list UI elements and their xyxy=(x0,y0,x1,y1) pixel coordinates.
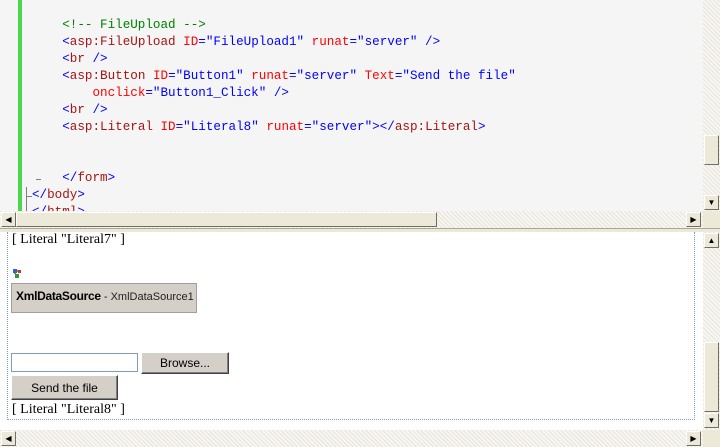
code-token: /> xyxy=(84,103,108,117)
code-line[interactable]: <asp:Literal ID="Literal8" runat="server… xyxy=(32,119,486,136)
code-line[interactable]: <asp:FileUpload ID="FileUpload1" runat="… xyxy=(32,34,440,51)
scroll-right-arrow-icon[interactable]: ▶ xyxy=(686,431,701,446)
code-token: ="server" xyxy=(349,35,418,49)
code-token: ="FileUpload1" xyxy=(198,35,305,49)
code-token: asp:Literal xyxy=(69,120,153,134)
code-token: form xyxy=(77,171,108,185)
xml-datasource-icon xyxy=(12,268,24,280)
editor-horizontal-scrollbar[interactable]: ◀ ▶ xyxy=(0,211,703,228)
code-token: < xyxy=(62,120,70,134)
scroll-right-arrow-icon[interactable]: ▶ xyxy=(686,212,701,227)
fold-marker xyxy=(36,179,41,180)
code-token: body xyxy=(47,188,78,202)
scroll-left-arrow-icon[interactable]: ◀ xyxy=(1,212,16,227)
code-token: ="Send the file" xyxy=(394,69,516,83)
code-token: onclick xyxy=(92,86,146,100)
code-token: ="Button1_Click" xyxy=(145,86,267,100)
code-token: <!-- FileUpload --> xyxy=(62,18,206,32)
code-token: < xyxy=(62,69,70,83)
code-token: /> xyxy=(84,52,108,66)
code-line[interactable]: <!-- FileUpload --> xyxy=(32,17,206,34)
design-surface[interactable] xyxy=(0,232,703,430)
code-token: br xyxy=(69,103,85,117)
code-line[interactable]: <br /> xyxy=(32,102,108,119)
scroll-down-arrow-icon[interactable]: ▼ xyxy=(704,195,719,210)
scroll-left-arrow-icon[interactable]: ◀ xyxy=(1,431,16,446)
code-token: < xyxy=(62,35,70,49)
send-file-button[interactable]: Send the file xyxy=(11,375,118,400)
literal8-placeholder[interactable]: [ Literal "Literal8" ] xyxy=(12,402,125,418)
xml-datasource-id: - XmlDataSource1 xyxy=(100,291,194,303)
code-token: < xyxy=(62,52,70,66)
source-editor-pane[interactable]: <!-- FileUpload --> <asp:FileUpload ID="… xyxy=(0,0,720,228)
literal7-placeholder[interactable]: [ Literal "Literal7" ] xyxy=(12,232,125,248)
code-token: ></ xyxy=(372,120,395,134)
code-token: ="Literal8" xyxy=(175,120,259,134)
source-code-area[interactable]: <!-- FileUpload --> <asp:FileUpload ID="… xyxy=(22,0,702,211)
code-token: ID xyxy=(183,35,199,49)
code-token: br xyxy=(69,52,85,66)
editor-hscroll-thumb[interactable] xyxy=(16,212,437,227)
editor-gutter xyxy=(0,0,18,211)
design-horizontal-scrollbar[interactable]: ◀ ▶ xyxy=(0,430,703,447)
scroll-up-arrow-icon[interactable]: ▲ xyxy=(704,233,719,248)
outline-line xyxy=(26,187,27,211)
code-line[interactable]: onclick="Button1_Click" /> xyxy=(32,85,289,102)
code-line[interactable]: <br /> xyxy=(32,51,108,68)
browse-button[interactable]: Browse... xyxy=(141,352,229,374)
code-token: Text xyxy=(364,69,395,83)
code-token: /> xyxy=(266,86,289,100)
code-token: > xyxy=(77,188,85,202)
code-line[interactable]: <asp:Button ID="Button1" runat="server" … xyxy=(32,68,516,85)
code-token: > xyxy=(477,120,486,134)
scrollbar-corner xyxy=(703,430,720,447)
editor-vertical-scrollbar[interactable]: ▼ xyxy=(703,0,720,211)
fold-marker xyxy=(26,196,32,197)
code-token: asp:Literal xyxy=(394,120,478,134)
xml-datasource-control[interactable]: XmlDataSource - XmlDataSource1 xyxy=(11,283,197,313)
design-vertical-scrollbar[interactable]: ▲ ▼ xyxy=(703,232,720,430)
code-token: ID xyxy=(160,120,176,134)
code-token: ="server" xyxy=(289,69,358,83)
code-token: runat xyxy=(311,35,350,49)
code-line[interactable]: </form> xyxy=(32,170,115,187)
code-token: ="Button1" xyxy=(168,69,244,83)
code-token: /> xyxy=(417,35,441,49)
code-token: asp:Button xyxy=(69,69,146,83)
code-token: ="server" xyxy=(304,120,373,134)
code-token: runat xyxy=(266,120,305,134)
file-upload-input[interactable] xyxy=(11,353,138,372)
xml-datasource-title: XmlDataSource xyxy=(16,289,101,303)
code-token: < xyxy=(62,103,70,117)
scroll-down-arrow-icon[interactable]: ▼ xyxy=(704,413,719,428)
design-vscroll-thumb[interactable] xyxy=(704,342,719,412)
code-token: runat xyxy=(251,69,289,83)
code-token: ID xyxy=(152,69,169,83)
code-token: </ xyxy=(62,171,78,185)
scrollbar-corner xyxy=(703,211,720,228)
editor-vscroll-thumb[interactable] xyxy=(704,135,719,165)
code-line[interactable]: </html> xyxy=(32,204,85,211)
code-line[interactable]: </body> xyxy=(32,187,85,204)
code-token: asp:FileUpload xyxy=(69,35,176,49)
code-token: </ xyxy=(32,188,48,202)
code-token: > xyxy=(107,171,116,185)
